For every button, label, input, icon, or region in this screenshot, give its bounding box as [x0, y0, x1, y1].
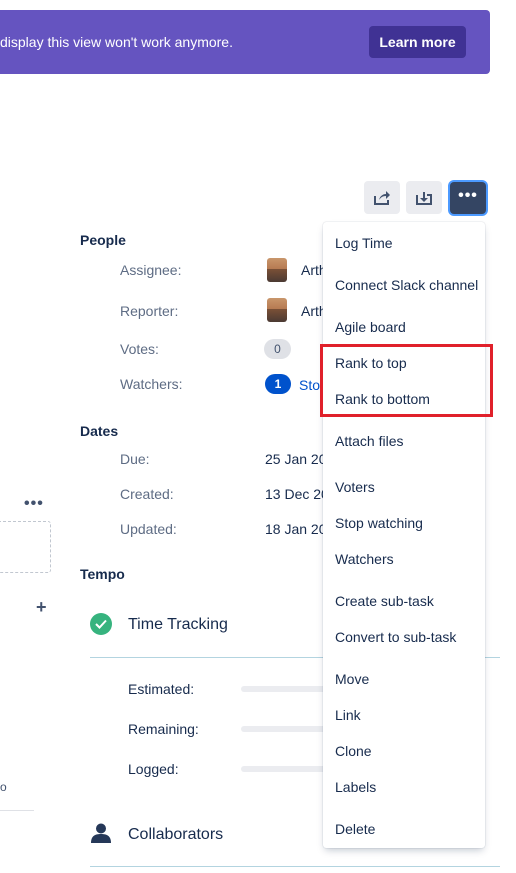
assignee-label: Assignee:: [120, 262, 182, 278]
created-label: Created:: [120, 486, 174, 502]
menu-item-agile-board[interactable]: Agile board: [335, 319, 406, 335]
export-button[interactable]: [406, 181, 442, 214]
remaining-bar: [241, 726, 326, 732]
estimated-label: Estimated:: [128, 681, 195, 697]
logged-bar: [241, 766, 326, 772]
menu-item-convert-to-sub-task[interactable]: Convert to sub-task: [335, 629, 456, 645]
add-icon[interactable]: +: [36, 597, 47, 618]
updated-label: Updated:: [120, 521, 177, 537]
votes-label: Votes:: [120, 341, 159, 357]
reporter-label: Reporter:: [120, 303, 179, 319]
tempo-heading: Tempo: [80, 566, 125, 582]
estimated-bar: [241, 686, 326, 692]
due-label: Due:: [120, 451, 150, 467]
menu-item-delete[interactable]: Delete: [335, 821, 375, 837]
info-banner: display this view won't work anymore. Le…: [0, 10, 490, 74]
logged-label: Logged:: [128, 761, 179, 777]
remaining-label: Remaining:: [128, 721, 199, 737]
person-icon: [90, 822, 112, 844]
banner-message: display this view won't work anymore.: [0, 34, 233, 50]
menu-item-create-sub-task[interactable]: Create sub-task: [335, 593, 434, 609]
stop-watching-link[interactable]: Sto: [299, 377, 320, 393]
updated-value: 18 Jan 20: [265, 521, 327, 537]
time-tracking-title[interactable]: Time Tracking: [128, 616, 228, 634]
menu-item-link[interactable]: Link: [335, 707, 361, 723]
left-panel-mark: o: [0, 780, 7, 794]
share-button[interactable]: [364, 181, 400, 214]
menu-item-log-time[interactable]: Log Time: [335, 235, 393, 251]
learn-more-button[interactable]: Learn more: [369, 26, 466, 58]
rank-highlight-box: [320, 344, 493, 417]
menu-item-move[interactable]: Move: [335, 671, 369, 687]
menu-item-watchers[interactable]: Watchers: [335, 551, 394, 567]
menu-item-attach-files[interactable]: Attach files: [335, 433, 403, 449]
more-actions-menu: Log Time Connect Slack channel Agile boa…: [323, 222, 485, 848]
left-panel-more-icon[interactable]: •••: [24, 495, 44, 513]
reporter-avatar: [267, 298, 287, 322]
left-panel-divider: [0, 810, 34, 811]
check-circle-icon: [90, 613, 112, 635]
watchers-label: Watchers:: [120, 376, 183, 392]
votes-count-badge[interactable]: 0: [264, 339, 291, 359]
more-icon: •••: [458, 187, 478, 204]
dates-heading: Dates: [80, 423, 119, 439]
menu-item-voters[interactable]: Voters: [335, 479, 375, 495]
menu-item-stop-watching[interactable]: Stop watching: [335, 515, 423, 531]
share-icon: [374, 190, 390, 205]
more-actions-button[interactable]: •••: [450, 182, 486, 214]
collaborators-divider: [90, 866, 500, 867]
due-value: 25 Jan 20: [265, 451, 327, 467]
watchers-count-badge[interactable]: 1: [265, 374, 291, 394]
left-panel-dropzone[interactable]: [0, 521, 51, 573]
assignee-avatar: [267, 258, 287, 282]
menu-item-labels[interactable]: Labels: [335, 779, 376, 795]
menu-item-connect-slack[interactable]: Connect Slack channel: [335, 277, 478, 293]
collaborators-title[interactable]: Collaborators: [128, 826, 223, 844]
people-heading: People: [80, 232, 126, 248]
created-value: 13 Dec 20: [265, 486, 329, 502]
export-icon: [416, 191, 432, 205]
menu-item-clone[interactable]: Clone: [335, 743, 372, 759]
